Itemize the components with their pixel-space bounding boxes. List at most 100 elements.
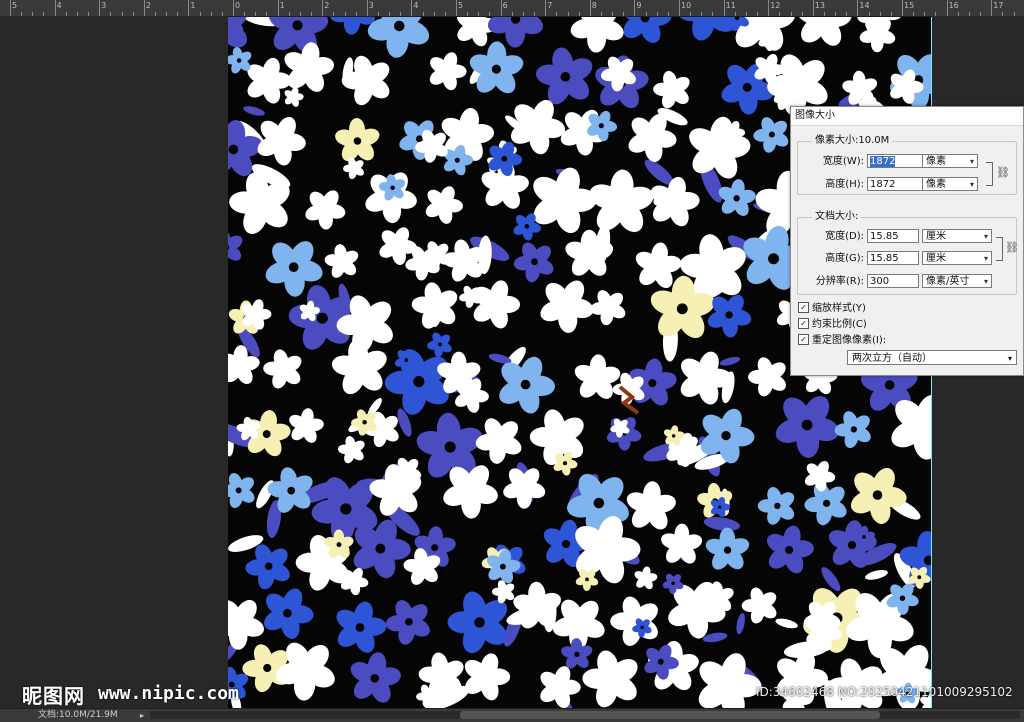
- width-doc-input[interactable]: 15.85: [867, 229, 919, 243]
- ruler-label: 1: [279, 1, 285, 10]
- leaf: [703, 517, 741, 531]
- ruler-tick: [99, 0, 101, 16]
- constrain-proportions-checkbox[interactable]: ✓ 约束比例(C): [798, 317, 867, 332]
- ruler-minor-tick: [612, 12, 614, 16]
- ruler-minor-tick: [433, 12, 435, 16]
- ruler-minor-tick: [801, 12, 803, 16]
- scale-styles-label: 缩放样式(Y): [812, 303, 866, 314]
- height-doc-unit: 厘米: [926, 253, 946, 264]
- leaf: [865, 570, 888, 580]
- resample-checkbox[interactable]: ✓ 重定图像像素(I):: [798, 333, 887, 348]
- pixel-dimensions-group: 像素大小:10.0M 宽度(W): 1872 像素 ▾ 高度(H): 1872 像…: [797, 135, 1017, 195]
- ruler-minor-tick: [790, 12, 792, 16]
- dialog-title: 图像大小: [791, 107, 1023, 126]
- flower: [698, 653, 762, 708]
- ruler-minor-tick: [712, 12, 714, 16]
- ruler-minor-tick: [522, 12, 524, 16]
- ruler-minor-tick: [835, 12, 837, 16]
- checkmark-icon: ✓: [798, 301, 809, 313]
- flower: [561, 638, 593, 669]
- chain-link-icon: ⛓: [996, 166, 1010, 179]
- height-doc-row: 高度(G): 15.85 厘米 ▾: [798, 251, 1016, 267]
- height-doc-unit-select[interactable]: 厘米 ▾: [922, 251, 992, 265]
- flower: [634, 566, 658, 590]
- resolution-label: 分辨率(R):: [815, 276, 864, 287]
- ruler-minor-tick: [467, 12, 469, 16]
- ruler-minor-tick: [344, 12, 346, 16]
- ruler-tick: [946, 0, 948, 16]
- flower: [367, 17, 430, 58]
- flower: [570, 17, 624, 53]
- width-px-unit-select[interactable]: 像素 ▾: [922, 154, 978, 168]
- ruler-label: 4: [56, 1, 62, 10]
- ruler-label: 9: [636, 1, 642, 10]
- pixel-dimensions-title: 像素大小:10.0M: [812, 135, 893, 147]
- ruler-tick: [857, 0, 859, 16]
- ruler-label: 6: [502, 1, 508, 10]
- flower: [535, 47, 593, 105]
- height-doc-input[interactable]: 15.85: [867, 251, 919, 265]
- ruler-tick: [812, 0, 814, 16]
- ruler-minor-tick: [890, 12, 892, 16]
- width-px-value: 1872: [870, 156, 896, 167]
- chevron-down-icon: ▾: [983, 254, 988, 263]
- chevron-down-icon: ▾: [1007, 354, 1012, 363]
- flower: [661, 523, 703, 564]
- ruler-minor-tick: [567, 12, 569, 16]
- ruler-label: 14: [859, 1, 870, 10]
- scale-styles-checkbox[interactable]: ✓ 缩放样式(Y): [798, 301, 866, 316]
- chevron-down-icon: ▾: [983, 232, 988, 241]
- ruler-minor-tick: [578, 12, 580, 16]
- width-px-row: 宽度(W): 1872 像素 ▾: [798, 154, 1016, 170]
- triangle-right-icon[interactable]: ▸: [140, 709, 144, 722]
- ruler-label: 2: [324, 1, 330, 10]
- flower: [245, 544, 290, 590]
- flower: [324, 244, 359, 278]
- scrollbar-thumb[interactable]: [460, 711, 880, 719]
- ruler-minor-tick: [311, 12, 313, 16]
- flower: [335, 117, 380, 162]
- checkmark-icon: ✓: [798, 333, 809, 345]
- constrain-label: 约束比例(C): [812, 319, 867, 330]
- ruler-minor-tick: [244, 12, 246, 16]
- flower: [626, 481, 676, 530]
- flower: [284, 42, 335, 92]
- resample-method-select[interactable]: 两次立方（自动） ▾: [847, 350, 1017, 365]
- width-doc-unit: 厘米: [926, 231, 946, 242]
- ruler-minor-tick: [355, 12, 357, 16]
- ruler-minor-tick: [879, 12, 881, 16]
- ruler-minor-tick: [400, 12, 402, 16]
- horizontal-scrollbar[interactable]: [150, 711, 1020, 719]
- ruler-minor-tick: [868, 12, 870, 16]
- width-doc-row: 宽度(D): 15.85 厘米 ▾: [798, 229, 1016, 245]
- ruler-tick: [768, 0, 770, 16]
- ruler-label: 0: [235, 1, 241, 10]
- watermark-logo: 昵图网: [22, 684, 85, 708]
- flower: [540, 666, 581, 708]
- width-doc-unit-select[interactable]: 厘米 ▾: [922, 229, 992, 243]
- chevron-down-icon: ▾: [969, 157, 974, 166]
- ruler-tick: [456, 0, 457, 16]
- ruler-tick: [723, 0, 725, 16]
- resample-label: 重定图像像素(I):: [812, 335, 887, 346]
- height-doc-label: 高度(G):: [825, 253, 864, 264]
- ruler-label: 12: [770, 1, 781, 10]
- flower: [425, 186, 463, 224]
- flower: [689, 116, 751, 179]
- checkmark-icon: ✓: [798, 317, 809, 329]
- document-size-status[interactable]: 文档:10.0M/21.9M: [38, 709, 118, 722]
- ruler-minor-tick: [422, 12, 424, 16]
- leaf: [736, 612, 745, 635]
- flower: [331, 339, 387, 395]
- resolution-input[interactable]: 300: [867, 274, 919, 288]
- flower: [582, 650, 638, 708]
- ruler-minor-tick: [333, 12, 335, 16]
- height-px-unit-select[interactable]: 像素 ▾: [922, 177, 978, 191]
- ruler-tick: [143, 0, 145, 16]
- image-size-dialog[interactable]: 图像大小 像素大小:10.0M 宽度(W): 1872 像素 ▾ 高度(H): 1…: [790, 106, 1024, 376]
- ruler-label: 4: [413, 1, 419, 10]
- ruler-tick: [679, 0, 680, 16]
- ruler-minor-tick: [478, 12, 480, 16]
- resolution-unit-select[interactable]: 像素/英寸 ▾: [922, 274, 992, 288]
- ruler-label: 10: [681, 1, 692, 10]
